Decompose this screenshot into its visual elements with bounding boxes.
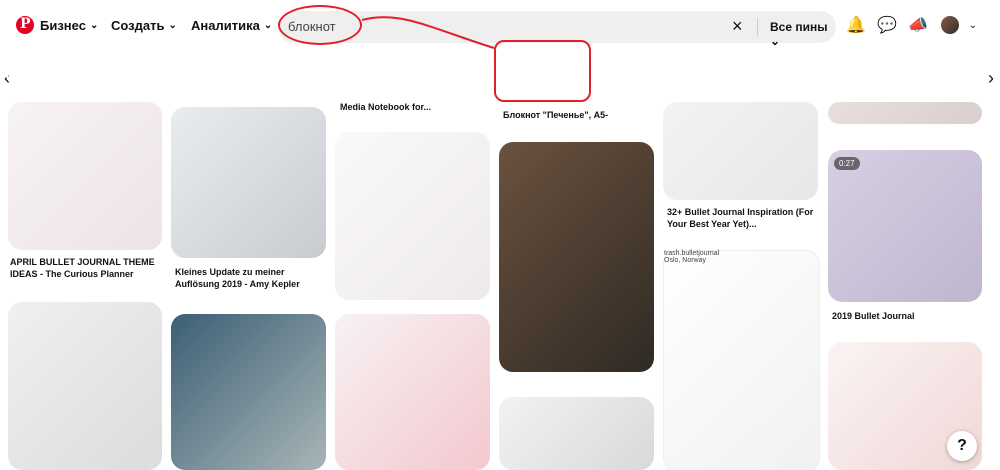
red-rectangle-annotation (494, 40, 591, 102)
analytics-label: Аналитика (191, 18, 260, 33)
source-location: Oslo, Norway (664, 257, 707, 264)
chip-6[interactable]: Гербарий (436, 60, 494, 94)
pin-caption[interactable]: 32+ Bullet Journal Inspiration (For Your… (667, 207, 817, 230)
chip-9[interactable]: Обложка (659, 60, 716, 94)
business-label: Бизнес (40, 18, 86, 33)
chevron-right-icon[interactable]: › (988, 68, 994, 89)
pin-image[interactable] (499, 397, 654, 470)
pin-image[interactable] (171, 314, 326, 470)
red-circle-annotation (278, 5, 362, 45)
chip-12[interactable]: Как сделать (916, 60, 982, 94)
pin-image[interactable] (663, 102, 818, 200)
pin-image[interactable] (335, 314, 490, 470)
bell-icon[interactable]: 🔔 (846, 16, 866, 36)
chip-4[interactable]: В точку (312, 60, 368, 94)
pin-source-header: trash.bulletjournal Oslo, Norway (664, 250, 818, 270)
pin-caption[interactable]: APRIL BULLET JOURNAL THEME IDEAS - The C… (10, 257, 160, 280)
avatar[interactable] (941, 16, 959, 34)
pin-image[interactable] (663, 250, 820, 470)
chip-8[interactable]: Свадебный (587, 60, 653, 94)
chevron-down-icon: ⌄ (168, 20, 177, 31)
pin-image[interactable] (171, 107, 326, 258)
clear-search-icon[interactable]: × (732, 16, 743, 37)
chip-10[interactable]: Чем заполнить (722, 60, 804, 94)
search-divider (757, 18, 758, 36)
pin-image[interactable] (499, 142, 654, 372)
pin-caption[interactable]: Media Notebook for... (340, 102, 490, 114)
pin-image[interactable] (828, 102, 982, 124)
chip-2[interactable]: Смэшбук идеи (125, 60, 204, 94)
video-duration-badge: 0:27 (834, 157, 860, 170)
chip-1[interactable]: В точку идеи (45, 60, 120, 94)
chip-3[interactable]: Скрапбукинг идеи (210, 60, 309, 94)
pin-image[interactable] (828, 150, 982, 302)
pin-image[interactable] (8, 102, 162, 250)
pin-image[interactable] (8, 302, 162, 470)
chip-0[interactable]: В точку идеи (0, 60, 60, 94)
pin-caption[interactable]: Kleines Update zu meiner Auflösung 2019 … (175, 267, 325, 290)
megaphone-icon[interactable]: 📣 (908, 16, 928, 36)
chat-icon[interactable]: 💬 (877, 16, 897, 36)
help-button[interactable]: ? (947, 431, 977, 461)
pin-caption[interactable]: Блокнот "Печенье", А5- (503, 110, 653, 122)
chip-11[interactable]: Уничтожь меня идеи (808, 60, 921, 94)
filter-label: Все пины (770, 20, 828, 34)
pin-image[interactable] (335, 132, 490, 300)
chevron-down-icon: ⌄ (263, 20, 273, 31)
chevron-down-icon[interactable]: ⌄ (963, 16, 983, 36)
red-line-annotation (361, 16, 495, 49)
create-label: Создать (111, 18, 165, 33)
business-menu[interactable]: Бизнес ⌄ (40, 18, 98, 33)
chevron-down-icon: ⌄ (89, 20, 99, 31)
create-menu[interactable]: Создать ⌄ (111, 18, 177, 33)
filter-dropdown[interactable]: Все пины ⌄ (770, 20, 836, 48)
chip-5[interactable]: Желаний (372, 60, 432, 94)
pinterest-logo-icon[interactable] (16, 16, 34, 34)
pin-caption[interactable]: 2019 Bullet Journal (832, 311, 982, 323)
source-name: trash.bulletjournal (664, 250, 720, 257)
analytics-menu[interactable]: Аналитика ⌄ (191, 18, 272, 33)
